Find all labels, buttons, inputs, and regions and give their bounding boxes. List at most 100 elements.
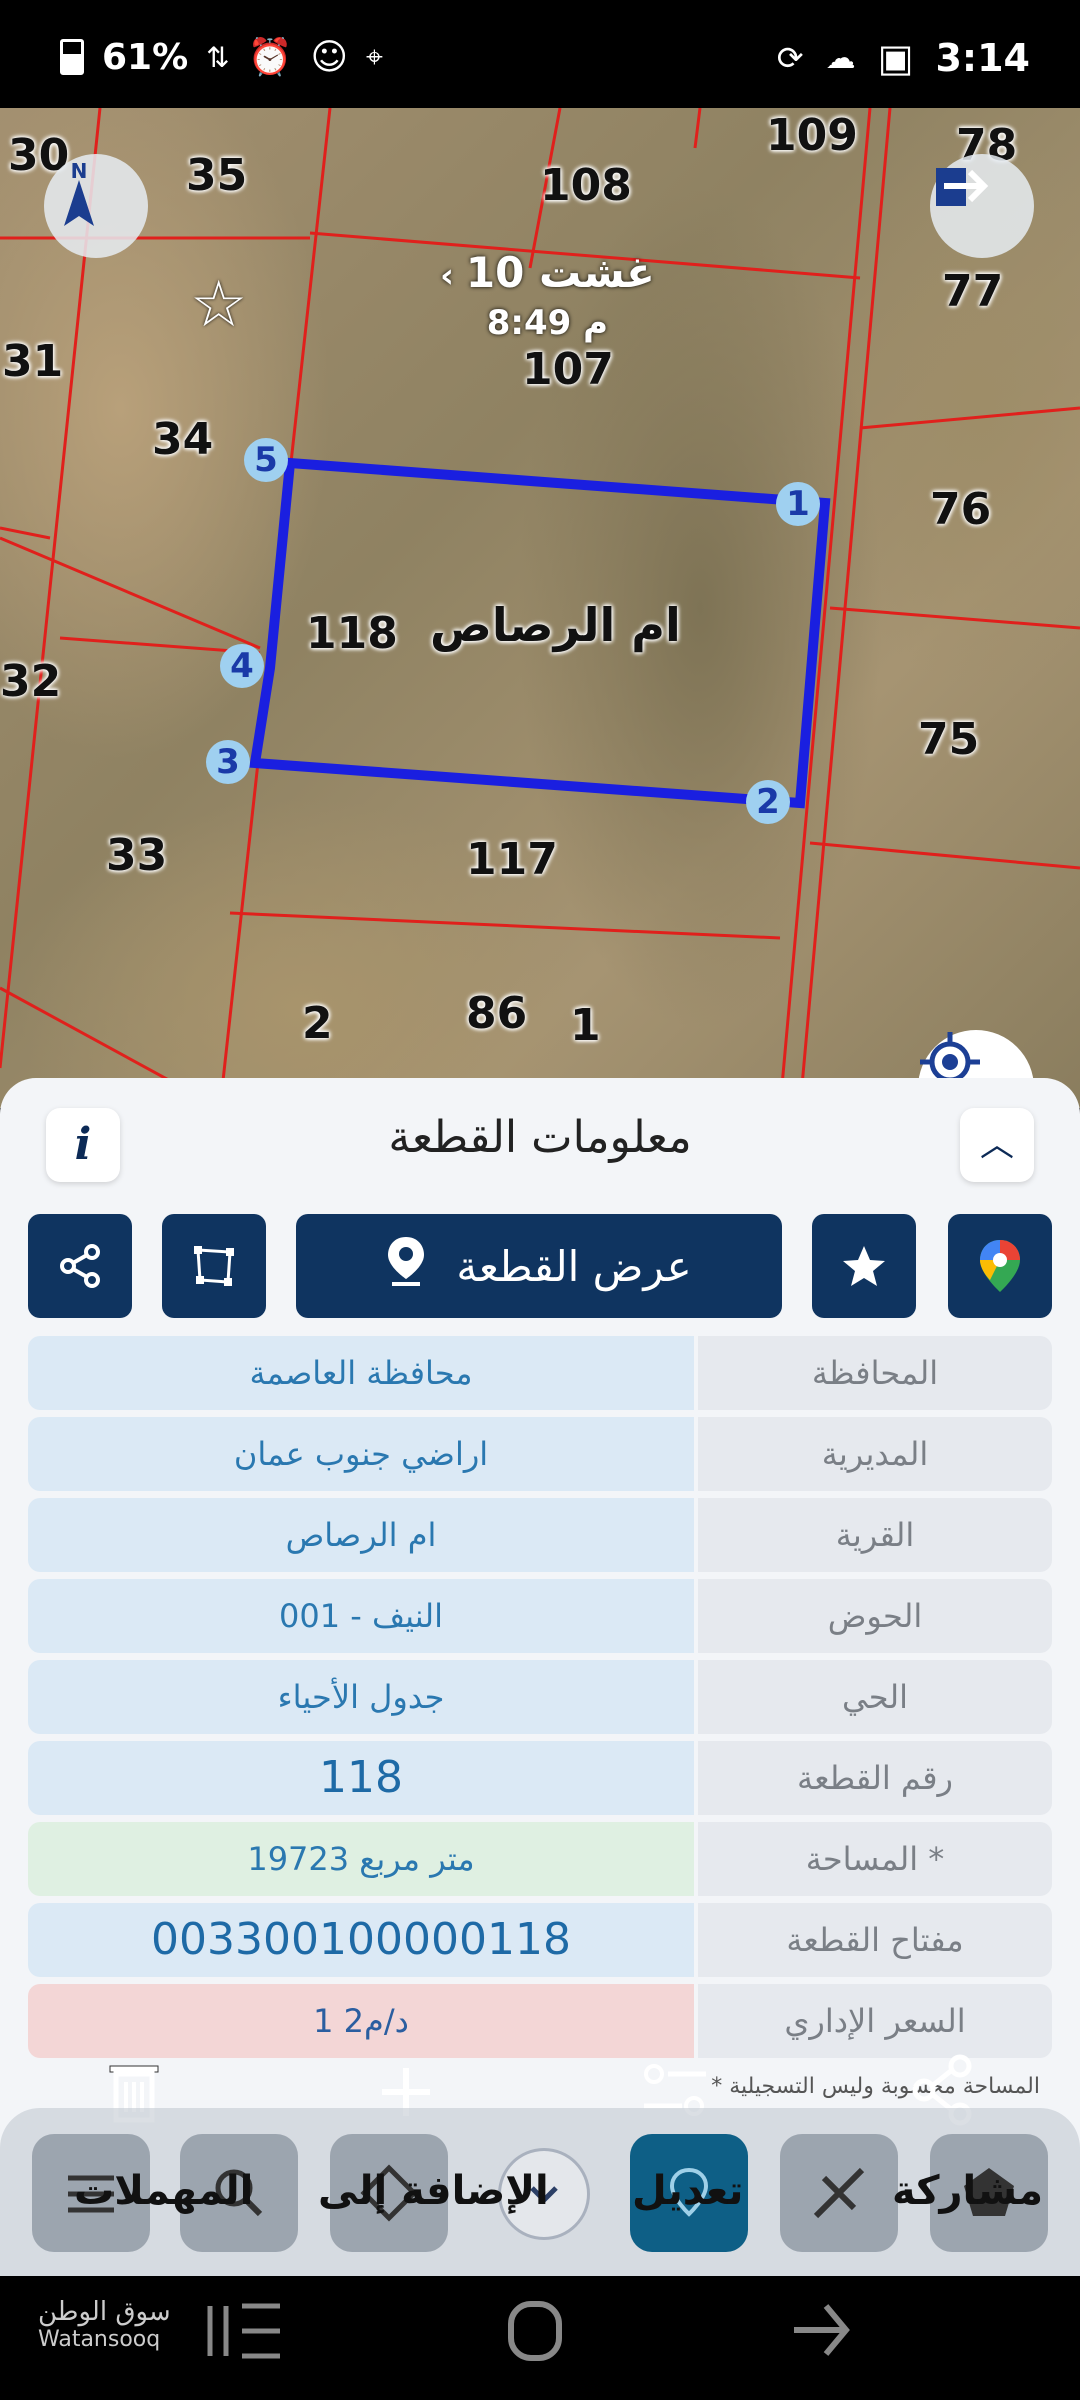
map-date: ‹ 10 غشت — [440, 248, 655, 297]
favorite-button[interactable] — [812, 1214, 916, 1318]
parcel-vertex[interactable]: 3 — [206, 740, 250, 784]
parcel-shape-button[interactable] — [162, 1214, 266, 1318]
ruler-icon — [813, 2167, 865, 2219]
admin-price-value: 1 د/م2 — [28, 1984, 694, 2058]
village-value: ام الرصاص — [28, 1498, 694, 1572]
village-label: ام الرصاص — [430, 598, 681, 652]
image-notification-icon: ▣ — [877, 36, 914, 80]
polygon-icon — [194, 1246, 234, 1286]
table-row: 003300100000118 مفتاح القطعة — [28, 1903, 1052, 1977]
directorate-label: المديرية — [698, 1417, 1052, 1491]
plot-number: 2 — [302, 998, 333, 1049]
directorate-value: اراضي جنوب عمان — [28, 1417, 694, 1491]
parcel-vertex[interactable]: 2 — [746, 780, 790, 824]
governorate-label: المحافظة — [698, 1336, 1052, 1410]
cloud-icon: ☁ — [825, 40, 856, 76]
area-label: المساحة * — [698, 1822, 1052, 1896]
watermark: سوق الوطن Watansooq — [38, 2297, 171, 2352]
app-notification-icon: ☺ — [310, 36, 348, 78]
share-button[interactable] — [28, 1214, 132, 1318]
plot-number: 1 — [570, 1000, 601, 1051]
tasks-label[interactable]: المهملات — [74, 2168, 253, 2214]
navigate-forward-button[interactable] — [930, 154, 1034, 258]
recent-apps-icon[interactable] — [200, 2296, 290, 2366]
compass-icon: N — [64, 159, 94, 226]
table-row: 19723 متر مربع المساحة * — [28, 1822, 1052, 1896]
system-nav-bar: سوق الوطن Watansooq — [0, 2276, 1080, 2400]
star-icon — [843, 1246, 885, 1286]
chevron-left-icon: ‹ — [440, 256, 466, 296]
favorite-star-icon[interactable]: ☆ — [190, 268, 247, 342]
table-row: محافظة العاصمة المحافظة — [28, 1336, 1052, 1410]
plot-number-label: رقم القطعة — [698, 1741, 1052, 1815]
plot-number: 75 — [918, 714, 980, 765]
table-row: ام الرصاص القرية — [28, 1498, 1052, 1572]
arrow-right-icon — [936, 168, 989, 206]
plot-number-value: 118 — [28, 1741, 694, 1815]
share-label[interactable]: مشاركة — [892, 2168, 1043, 2214]
status-right: ⟳ ☁ ▣ 3:14 — [777, 36, 1030, 80]
basin-label: الحوض — [698, 1579, 1052, 1653]
alarm-icon: ⏰ — [247, 37, 293, 78]
satellite-map[interactable]: 30 35 108 109 78 77 31 107 34 76 118 32 … — [0, 108, 1080, 1108]
show-plot-label: عرض القطعة — [456, 1241, 692, 1291]
measure-tool-button[interactable] — [780, 2134, 898, 2252]
plot-number: 77 — [942, 266, 1004, 317]
neighborhood-label: الحي — [698, 1660, 1052, 1734]
admin-price-label: السعر الإداري — [698, 1984, 1052, 2058]
clock: 3:14 — [935, 36, 1030, 80]
plot-number: 117 — [466, 834, 558, 885]
show-plot-button[interactable]: عرض القطعة — [296, 1214, 782, 1318]
sheet-title: معلومات القطعة — [388, 1112, 692, 1163]
basin-value: النيف - 001 — [28, 1579, 694, 1653]
table-row: النيف - 001 الحوض — [28, 1579, 1052, 1653]
location-icon: ⌖ — [366, 39, 383, 75]
parcel-vertex[interactable]: 1 — [776, 482, 820, 526]
plot-number: 118 — [306, 608, 398, 659]
add-to-label[interactable]: الإضافة إلى — [318, 2168, 549, 2214]
google-maps-button[interactable] — [948, 1214, 1052, 1318]
google-maps-icon — [980, 1240, 1020, 1292]
map-datetime: ‹ 10 غشت 8:49 م — [440, 248, 655, 343]
map-time: 8:49 م — [486, 303, 609, 343]
plot-key-label: مفتاح القطعة — [698, 1903, 1052, 1977]
edit-label[interactable]: تعديل — [632, 2168, 743, 2214]
action-row: عرض القطعة — [0, 1214, 1080, 1320]
home-icon[interactable] — [505, 2296, 565, 2366]
plot-number: 108 — [540, 160, 632, 211]
parcel-vertex[interactable]: 4 — [220, 644, 264, 688]
map-pin-icon — [386, 1235, 426, 1297]
table-row: 118 رقم القطعة — [28, 1741, 1052, 1815]
plot-key-value[interactable]: 003300100000118 — [28, 1903, 694, 1977]
north-compass-button[interactable]: N — [44, 154, 148, 258]
plot-number: 109 — [766, 110, 858, 161]
status-left: 61% ⇅ ⏰ ☺ ⌖ — [60, 36, 383, 78]
collapse-chevron-up-icon[interactable]: ︿ — [960, 1108, 1034, 1182]
plot-number: 33 — [106, 830, 168, 881]
area-value: 19723 متر مربع — [28, 1822, 694, 1896]
parcel-vertex[interactable]: 5 — [244, 438, 288, 482]
table-row: اراضي جنوب عمان المديرية — [28, 1417, 1052, 1491]
plot-number: 35 — [186, 150, 248, 201]
bottom-toolbar: المهملات الإضافة إلى تعديل مشاركة — [0, 2108, 1080, 2276]
plot-number: 32 — [0, 656, 62, 707]
plot-number: 107 — [522, 344, 614, 395]
svg-text:N: N — [71, 159, 88, 183]
plot-number: 86 — [466, 988, 528, 1039]
table-row: 1 د/م2 السعر الإداري — [28, 1984, 1052, 2058]
network-icon: ⇅ — [206, 40, 230, 74]
status-bar: 61% ⇅ ⏰ ☺ ⌖ ⟳ ☁ ▣ 3:14 — [0, 0, 1080, 108]
sync-icon: ⟳ — [776, 39, 804, 77]
table-row: جدول الأحياء الحي — [28, 1660, 1052, 1734]
share-icon — [60, 1244, 100, 1288]
plot-number: 31 — [2, 336, 64, 387]
battery-icon — [60, 39, 84, 75]
village-label-cell: القرية — [698, 1498, 1052, 1572]
plot-number: 76 — [930, 484, 992, 535]
sheet-header: i معلومات القطعة ︿ — [0, 1078, 1080, 1198]
governorate-value: محافظة العاصمة — [28, 1336, 694, 1410]
back-icon[interactable] — [786, 2298, 856, 2362]
plot-number: 34 — [152, 414, 214, 465]
parcel-info-table: محافظة العاصمة المحافظة اراضي جنوب عمان … — [28, 1336, 1052, 2065]
battery-percent: 61% — [102, 36, 189, 78]
